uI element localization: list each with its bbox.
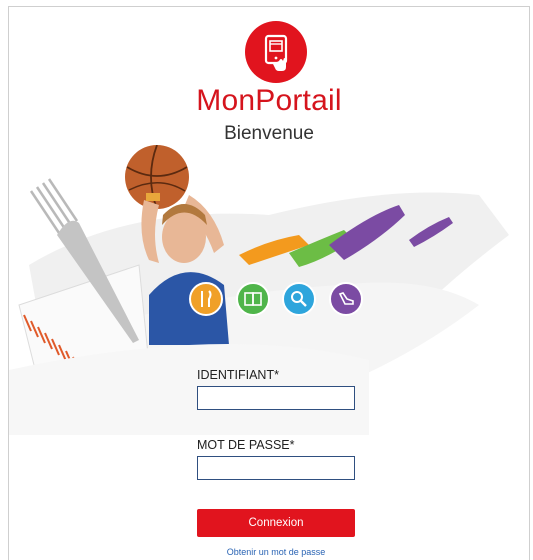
app-title: MonPortail <box>196 84 342 117</box>
fork-knife-icon <box>201 290 212 307</box>
cat-book <box>236 282 270 316</box>
username-input[interactable] <box>197 386 355 410</box>
cat-search <box>282 282 316 316</box>
book-icon <box>244 292 262 306</box>
cat-restauration <box>189 282 223 316</box>
cat-sport <box>329 282 363 316</box>
get-password-link[interactable]: Obtenir un mot de passe <box>9 547 529 557</box>
username-label: IDENTIFIANT* <box>197 368 279 382</box>
portal-logo <box>245 21 307 83</box>
password-label: MOT DE PASSE* <box>197 438 295 452</box>
tablet-touch-icon <box>264 34 288 71</box>
magnifier-icon <box>291 291 307 307</box>
password-input[interactable] <box>197 456 355 480</box>
login-button[interactable]: Connexion <box>197 509 355 537</box>
welcome-text: Bienvenue <box>224 123 314 144</box>
login-page: MonPortail Bienvenue IDENTIFIANT* MOT DE… <box>8 6 530 560</box>
shoe-icon <box>338 292 354 305</box>
